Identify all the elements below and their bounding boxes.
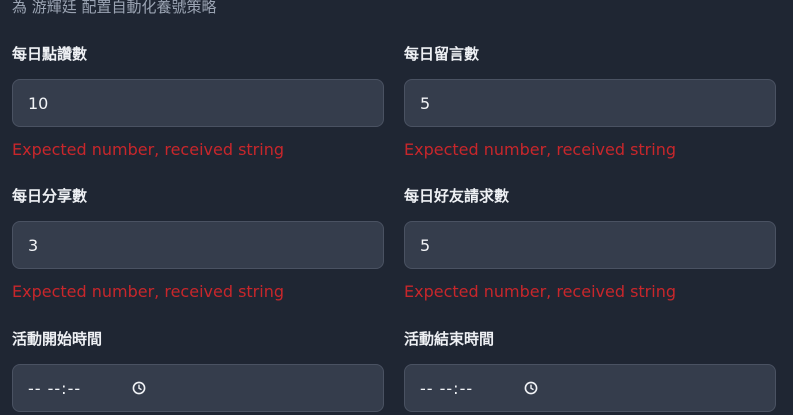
daily-friend-requests-field: 每日好友請求數 5 Expected number, received stri… xyxy=(404,185,776,305)
daily-shares-label: 每日分享數 xyxy=(12,187,88,205)
activity-end-time-field: 活動結束時間 -- --:-- xyxy=(404,328,776,415)
activity-end-time-input[interactable]: -- --:-- xyxy=(404,364,776,412)
daily-friend-requests-input[interactable]: 5 xyxy=(404,221,776,269)
daily-likes-label: 每日點讚數 xyxy=(12,45,88,63)
daily-comments-value: 5 xyxy=(420,93,431,113)
daily-comments-input[interactable]: 5 xyxy=(404,79,776,127)
activity-end-time-label: 活動結束時間 xyxy=(404,330,495,348)
daily-friend-requests-label: 每日好友請求數 xyxy=(404,187,510,205)
daily-shares-field: 每日分享數 3 Expected number, received string xyxy=(12,185,384,305)
daily-comments-field: 每日留言數 5 Expected number, received string xyxy=(404,43,776,163)
daily-shares-value: 3 xyxy=(28,235,39,255)
daily-shares-error: Expected number, received string xyxy=(12,282,284,301)
activity-start-time-label: 活動開始時間 xyxy=(12,330,103,348)
activity-start-time-input[interactable]: -- --:-- xyxy=(12,364,384,412)
daily-likes-field: 每日點讚數 10 Expected number, received strin… xyxy=(12,43,384,163)
activity-start-time-field: 活動開始時間 -- --:-- xyxy=(12,328,384,415)
clock-icon[interactable] xyxy=(524,381,538,395)
activity-start-time-value: -- --:-- xyxy=(28,378,82,398)
activity-end-time-value: -- --:-- xyxy=(420,378,474,398)
daily-friend-requests-value: 5 xyxy=(420,235,431,255)
daily-likes-error: Expected number, received string xyxy=(12,140,284,159)
form-subtitle: 為 游輝廷 配置自動化養號策略 xyxy=(12,0,217,16)
strategy-form: 為 游輝廷 配置自動化養號策略 每日點讚數 10 Expected number… xyxy=(0,0,793,415)
daily-comments-label: 每日留言數 xyxy=(404,45,480,63)
clock-icon[interactable] xyxy=(132,381,146,395)
daily-likes-value: 10 xyxy=(28,93,49,113)
daily-shares-input[interactable]: 3 xyxy=(12,221,384,269)
daily-comments-error: Expected number, received string xyxy=(404,140,676,159)
daily-likes-input[interactable]: 10 xyxy=(12,79,384,127)
daily-friend-requests-error: Expected number, received string xyxy=(404,282,676,301)
